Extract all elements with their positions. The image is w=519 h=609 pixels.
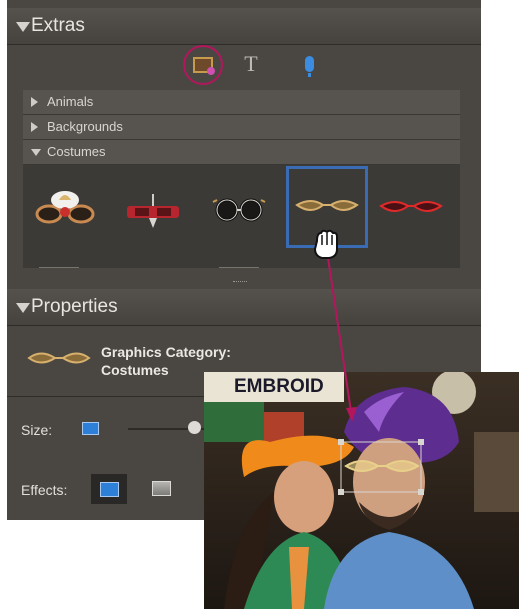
effects-label: Effects: xyxy=(21,482,68,498)
properties-header[interactable]: Properties xyxy=(7,289,481,326)
graphics-category-value: Costumes xyxy=(101,362,169,378)
text-icon: T xyxy=(244,51,258,76)
thumbnail-peek xyxy=(39,267,79,268)
expand-arrow-icon[interactable] xyxy=(31,97,38,107)
store-sign-text: EMBROID xyxy=(234,376,324,397)
effect-button-2[interactable] xyxy=(152,481,171,496)
selected-graphic-preview xyxy=(27,352,91,364)
photo-canvas[interactable]: EMBROID xyxy=(204,372,519,609)
effect-button-1[interactable] xyxy=(91,474,127,504)
text-tool-button[interactable]: T xyxy=(234,47,268,81)
microphone-icon xyxy=(304,56,314,77)
resize-grip[interactable] xyxy=(233,281,247,284)
size-label: Size: xyxy=(21,422,53,438)
photo-image: EMBROID xyxy=(204,372,519,609)
graphics-library-list: Animals Backgrounds Costumes xyxy=(23,90,460,268)
party-glasses-thumbnail[interactable] xyxy=(29,170,105,244)
placed-glasses-left[interactable] xyxy=(344,460,380,472)
round-glasses-thumbnail[interactable] xyxy=(201,170,277,244)
size-icon xyxy=(82,422,99,435)
placed-glasses-right[interactable] xyxy=(384,460,420,472)
round-glasses-icon xyxy=(212,198,266,222)
collapse-triangle-icon[interactable] xyxy=(16,303,30,313)
collapse-arrow-icon[interactable] xyxy=(31,149,41,156)
extras-header[interactable]: Extras xyxy=(7,8,481,45)
graphics-tool-button[interactable] xyxy=(183,45,223,85)
red-mask-thumbnail[interactable] xyxy=(115,170,191,244)
extras-toolbar: T xyxy=(7,45,481,85)
size-slider-knob[interactable] xyxy=(188,421,201,434)
category-label: Costumes xyxy=(47,144,106,159)
audio-tool-button[interactable] xyxy=(292,47,326,81)
category-costumes[interactable]: Costumes xyxy=(23,140,460,165)
category-label: Animals xyxy=(47,94,94,109)
extras-title: Extras xyxy=(31,15,85,36)
red-cat-eye-glasses-thumbnail[interactable] xyxy=(373,170,449,244)
category-backgrounds[interactable]: Backgrounds xyxy=(23,115,460,140)
red-mask-glasses-icon xyxy=(127,194,179,228)
effect-swatch-icon xyxy=(100,482,119,497)
red-cat-eye-glasses-icon xyxy=(379,201,443,212)
graphics-category-label: Graphics Category: xyxy=(101,344,231,360)
category-animals[interactable]: Animals xyxy=(23,90,460,115)
thumbnail-peek xyxy=(219,267,259,268)
collapse-triangle-icon[interactable] xyxy=(16,22,30,32)
properties-title: Properties xyxy=(31,296,118,317)
hand-grab-cursor-icon xyxy=(313,229,338,259)
expand-arrow-icon[interactable] xyxy=(31,122,38,132)
party-glasses-icon xyxy=(35,191,95,224)
graphics-icon xyxy=(193,57,215,75)
category-label: Backgrounds xyxy=(47,119,123,134)
